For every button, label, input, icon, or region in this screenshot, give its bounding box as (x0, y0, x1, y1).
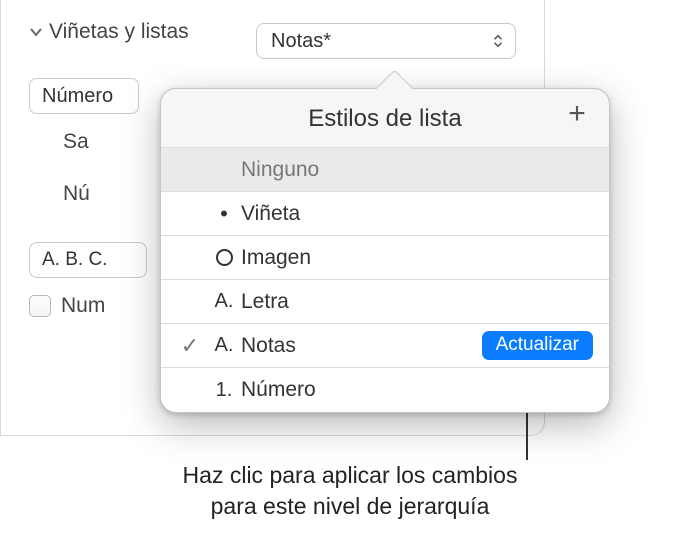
list-style-label: Notas (241, 334, 482, 358)
list-styles-popover: Estilos de lista + Ninguno • Viñeta Imag… (160, 88, 610, 413)
list-style-label: Letra (241, 290, 593, 314)
updown-icon (491, 34, 505, 48)
plus-icon: + (568, 97, 586, 130)
update-button[interactable]: Actualizar (482, 331, 593, 360)
indent-label-partial: Sa (63, 130, 89, 154)
list-style-label: Viñeta (241, 202, 593, 226)
list-format-field[interactable]: A. B. C. (29, 242, 147, 278)
number-type-field[interactable]: Número (29, 78, 139, 114)
list-style-dropdown[interactable]: Notas* (256, 23, 516, 59)
list-style-item-bullet[interactable]: • Viñeta (161, 192, 609, 236)
add-list-style-button[interactable]: + (563, 103, 591, 131)
letter-prefix: A. (207, 334, 241, 357)
tiered-numbers-checkbox[interactable] (29, 295, 51, 317)
popover-header: Estilos de lista + (161, 89, 609, 147)
list-format-value: A. B. C. (42, 249, 107, 271)
list-style-dropdown-value: Notas* (271, 30, 331, 53)
list-style-item-notes[interactable]: ✓ A. Notas Actualizar (161, 324, 609, 368)
list-style-item-number[interactable]: 1. Número (161, 368, 609, 412)
number-label-partial: Nú (63, 182, 90, 206)
list-style-item-letter[interactable]: A. Letra (161, 280, 609, 324)
chevron-down-icon (29, 25, 43, 39)
section-header-bullets-lists[interactable]: Viñetas y listas (29, 20, 189, 44)
list-styles-list: Ninguno • Viñeta Imagen A. Letra ✓ A. No… (161, 147, 609, 412)
popover-title: Estilos de lista (308, 105, 461, 133)
checkmark-icon: ✓ (173, 333, 207, 359)
list-style-label: Imagen (241, 246, 593, 270)
tiered-numbers-label: Num (61, 294, 105, 318)
section-title: Viñetas y listas (49, 20, 189, 44)
list-style-label: Número (241, 378, 593, 402)
list-style-item-none[interactable]: Ninguno (161, 148, 609, 192)
bullet-icon: • (207, 203, 241, 225)
number-type-label: Número (42, 85, 113, 108)
letter-prefix: A. (207, 290, 241, 313)
list-style-label: Ninguno (241, 158, 593, 182)
list-style-item-image[interactable]: Imagen (161, 236, 609, 280)
callout-text: Haz clic para aplicar los cambios para e… (60, 460, 640, 522)
callout-line-1: Haz clic para aplicar los cambios (183, 462, 518, 488)
number-prefix: 1. (207, 379, 241, 402)
image-bullet-icon (207, 249, 241, 266)
callout-line-2: para este nivel de jerarquía (211, 493, 490, 519)
